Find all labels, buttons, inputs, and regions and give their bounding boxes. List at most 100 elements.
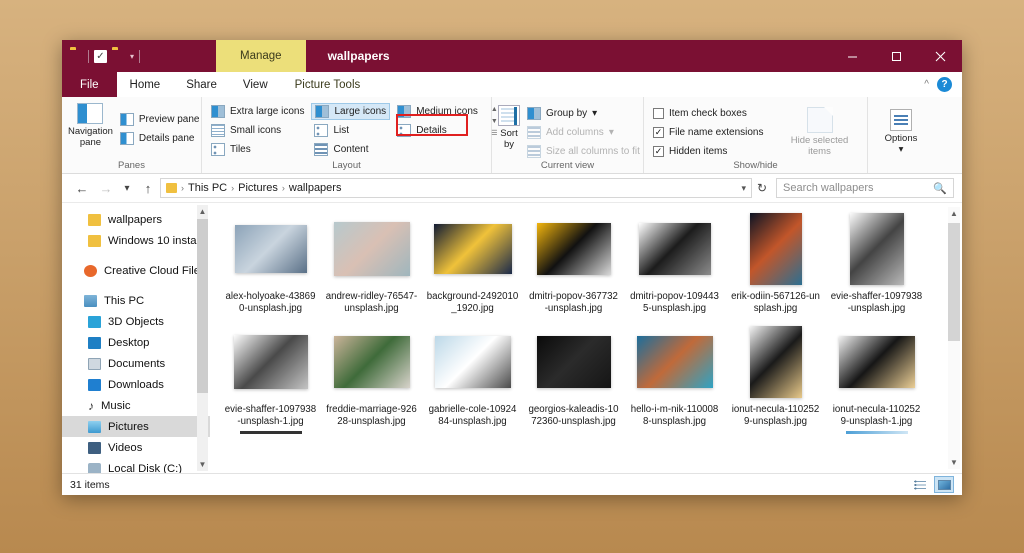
extra-large-icons-button[interactable]: Extra large icons	[208, 103, 307, 120]
scroll-down-icon[interactable]: ▼	[948, 456, 960, 469]
downloads-icon	[88, 378, 101, 391]
sidebar-item-label: Downloads	[108, 378, 164, 391]
item-check-boxes-option[interactable]: Item check boxes	[650, 105, 767, 122]
file-tile[interactable]: gabrielle-cole-1092484-unsplash.jpg	[422, 324, 523, 434]
sidebar-item-music[interactable]: ♪ Music	[62, 395, 210, 416]
sidebar-item-windows-10-install[interactable]: Windows 10 install	[62, 230, 210, 251]
file-tile[interactable]: erik-odiin-567126-unsplash.jpg	[725, 211, 826, 316]
checkbox-checked-icon[interactable]: ✓	[653, 146, 664, 157]
file-tile[interactable]: andrew-ridley-76547-unsplash.jpg	[321, 211, 422, 316]
checkbox-checked-icon[interactable]: ✓	[653, 127, 664, 138]
minimize-button[interactable]	[830, 40, 874, 72]
hidden-items-option[interactable]: ✓ Hidden items	[650, 143, 767, 160]
sidebar-item-downloads[interactable]: Downloads	[62, 374, 210, 395]
details-button[interactable]: Details	[394, 122, 481, 139]
scroll-up-icon[interactable]: ▲	[197, 205, 208, 218]
sidebar-item-pictures[interactable]: Pictures	[62, 416, 210, 437]
sidebar-item-label: This PC	[104, 294, 145, 307]
maximize-button[interactable]	[874, 40, 918, 72]
scrollbar-thumb[interactable]	[197, 219, 208, 393]
sidebar-item-videos[interactable]: Videos	[62, 437, 210, 458]
medium-icons-button[interactable]: Medium icons	[394, 103, 481, 120]
properties-icon[interactable]: ✓	[94, 49, 107, 63]
scroll-up-icon[interactable]: ▲	[948, 207, 960, 220]
tiles-button[interactable]: Tiles	[208, 141, 307, 158]
sidebar-item-desktop[interactable]: Desktop	[62, 332, 210, 353]
content-button[interactable]: Content	[311, 141, 390, 158]
tab-share[interactable]: Share	[173, 72, 230, 97]
file-tile[interactable]: freddie-marriage-92628-unsplash.jpg	[321, 324, 422, 434]
sidebar-item-documents[interactable]: Documents	[62, 353, 210, 374]
breadcrumb-item-wallpapers[interactable]: wallpapers	[289, 182, 342, 194]
folder-icon[interactable]	[70, 49, 83, 64]
ribbon-right-controls: ^ ?	[924, 72, 962, 97]
chevron-down-icon[interactable]: ▾	[609, 127, 614, 138]
scroll-down-icon[interactable]: ▼	[197, 458, 208, 471]
recent-locations-button[interactable]: ▾	[118, 183, 136, 194]
large-icons-button[interactable]: Large icons	[311, 103, 391, 120]
thumbnail-wrapper	[725, 211, 826, 287]
details-pane-button[interactable]: Details pane	[117, 130, 203, 147]
scrollbar-thumb[interactable]	[948, 223, 960, 341]
forward-button[interactable]: →	[94, 181, 118, 196]
sidebar-item-3d-objects[interactable]: 3D Objects	[62, 311, 210, 332]
small-icons-button[interactable]: Small icons	[208, 122, 307, 139]
file-list-view[interactable]: alex-holyoake-438690-unsplash.jpg andrew-…	[210, 203, 962, 473]
sidebar-item-wallpapers[interactable]: wallpapers	[62, 209, 210, 230]
file-name-label: andrew-ridley-76547-unsplash.jpg	[325, 291, 418, 315]
new-folder-icon[interactable]	[112, 49, 125, 64]
file-tile[interactable]: background-2492010_1920.jpg	[422, 211, 523, 316]
quick-access-toolbar[interactable]: ✓ ▾	[62, 40, 148, 72]
navigation-pane-button[interactable]: Navigation pane	[68, 101, 113, 149]
file-name-extensions-option[interactable]: ✓ File name extensions	[650, 124, 767, 141]
collapse-ribbon-icon[interactable]: ^	[924, 79, 929, 90]
file-tile[interactable]: dmitri-popov-367732-unsplash.jpg	[523, 211, 624, 316]
chevron-down-icon[interactable]: ▾	[592, 108, 597, 119]
large-icons-icon	[315, 105, 330, 118]
chevron-down-icon[interactable]: ▾	[741, 183, 746, 194]
breadcrumb-item-this-pc[interactable]: This PC	[188, 182, 227, 194]
tab-manage[interactable]: Manage	[216, 40, 306, 72]
tab-file[interactable]: File	[62, 72, 117, 97]
file-tile[interactable]: ionut-necula-1102529-unsplash.jpg	[725, 324, 826, 434]
thumbnail-wrapper	[523, 211, 624, 287]
add-columns-button[interactable]: Add columns ▾	[524, 124, 643, 141]
file-tile[interactable]: evie-shaffer-1097938-unsplash.jpg	[826, 211, 927, 316]
options-button[interactable]: Options ▾	[874, 107, 928, 156]
chevron-down-icon[interactable]: ▾	[899, 144, 904, 156]
breadcrumb-item-pictures[interactable]: Pictures	[238, 182, 278, 194]
tab-home[interactable]: Home	[117, 72, 174, 97]
back-button[interactable]: ←	[70, 181, 94, 196]
group-by-button[interactable]: Group by ▾	[524, 105, 643, 122]
file-tile[interactable]: dmitri-popov-1094435-unsplash.jpg	[624, 211, 725, 316]
sidebar-item-local-disk-c[interactable]: Local Disk (C:)	[62, 458, 210, 473]
hide-selected-items-button[interactable]: Hide selected items	[785, 105, 855, 158]
sidebar-item-creative-cloud-files[interactable]: Creative Cloud Files	[62, 260, 210, 281]
up-button[interactable]: ↑	[136, 181, 160, 196]
file-tile[interactable]: ionut-necula-1102529-unsplash-1.jpg	[826, 324, 927, 434]
hidden-items-label: Hidden items	[669, 146, 728, 157]
large-icons-view-button[interactable]	[934, 476, 954, 493]
details-view-button[interactable]	[910, 476, 930, 493]
breadcrumb[interactable]: › This PC › Pictures › wallpapers ▾	[160, 178, 752, 198]
help-icon[interactable]: ?	[937, 77, 952, 92]
tab-view[interactable]: View	[230, 72, 281, 97]
preview-pane-button[interactable]: Preview pane	[117, 111, 203, 128]
chevron-down-icon[interactable]: ▾	[130, 52, 134, 61]
sidebar-scrollbar[interactable]: ▲ ▼	[197, 205, 208, 471]
refresh-button[interactable]: ↻	[752, 181, 772, 195]
file-tile[interactable]: hello-i-m-nik-1100088-unsplash.jpg	[624, 324, 725, 434]
sort-by-button[interactable]: Sort by	[498, 103, 520, 151]
tab-picture-tools[interactable]: Picture Tools	[281, 72, 375, 97]
file-tile[interactable]: georgios-kaleadis-1072360-unsplash.jpg	[523, 324, 624, 434]
content-scrollbar[interactable]: ▲ ▼	[948, 207, 960, 469]
checkbox-unchecked-icon[interactable]	[653, 108, 664, 119]
search-input[interactable]: Search wallpapers 🔍	[776, 178, 954, 198]
close-button[interactable]	[918, 40, 962, 72]
sidebar-item-this-pc[interactable]: This PC	[62, 290, 210, 311]
search-icon[interactable]: 🔍	[933, 182, 947, 195]
size-all-columns-button[interactable]: Size all columns to fit	[524, 143, 643, 160]
file-tile[interactable]: evie-shaffer-1097938-unsplash-1.jpg	[220, 324, 321, 434]
file-tile[interactable]: alex-holyoake-438690-unsplash.jpg	[220, 211, 321, 316]
list-button[interactable]: List	[311, 122, 390, 139]
